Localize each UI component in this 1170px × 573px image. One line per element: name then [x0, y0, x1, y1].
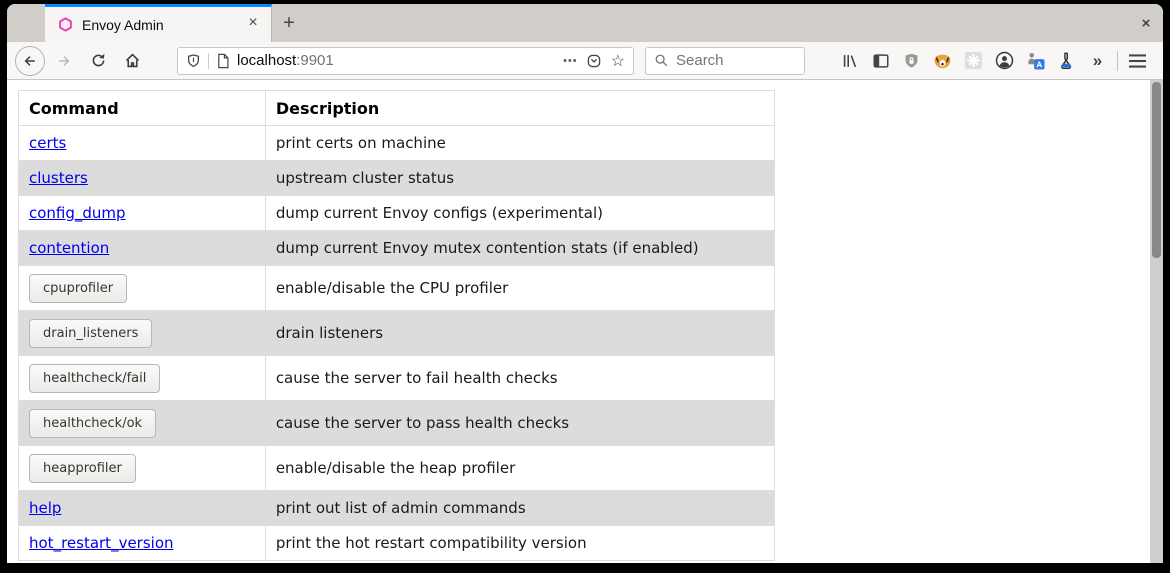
search-icon — [654, 53, 669, 68]
search-bar[interactable] — [645, 47, 805, 75]
url-host: localhost — [237, 52, 296, 69]
flask-experiments-icon[interactable] — [1051, 46, 1082, 76]
command-link-help[interactable]: help — [29, 499, 61, 517]
table-row-heapprofiler: heapprofiler enable/disable the heap pro… — [19, 446, 775, 491]
url-port: :9901 — [296, 52, 334, 69]
command-link-hot-restart-version[interactable]: hot_restart_version — [29, 534, 174, 552]
tab-close-icon[interactable]: × — [243, 15, 263, 35]
table-row-certs: certs print certs on machine — [19, 126, 775, 161]
titlebar-spacer — [7, 4, 45, 42]
tab-title: Envoy Admin — [82, 17, 243, 33]
command-button-cpuprofiler[interactable]: cpuprofiler — [29, 274, 127, 303]
description-cell: print out list of admin commands — [265, 491, 774, 526]
browser-window: Envoy Admin × + × — [7, 4, 1163, 563]
window-close-button[interactable]: × — [1129, 4, 1163, 42]
disabled-grid-extension-icon[interactable] — [958, 46, 989, 76]
description-cell: cause the server to pass health checks — [265, 401, 774, 446]
column-header-command: Command — [19, 91, 266, 126]
description-cell: print the hot restart compatibility vers… — [265, 526, 774, 561]
description-cell: dump current Envoy mutex contention stat… — [265, 231, 774, 266]
column-header-description: Description — [265, 91, 774, 126]
shield-lock-extension-icon[interactable] — [896, 46, 927, 76]
description-cell: upstream cluster status — [265, 161, 774, 196]
scrollbar-track[interactable] — [1150, 80, 1163, 563]
sidebar-toggle-icon[interactable] — [865, 46, 896, 76]
url-text[interactable]: localhost:9901 — [237, 52, 555, 69]
url-bar[interactable]: localhost:9901 ••• ☆ — [177, 47, 634, 75]
new-tab-button[interactable]: + — [272, 4, 306, 42]
envoy-favicon-icon — [58, 17, 73, 32]
description-cell: enable/disable the heap profiler — [265, 446, 774, 491]
command-link-config-dump[interactable]: config_dump — [29, 204, 126, 222]
table-row-contention: contention dump current Envoy mutex cont… — [19, 231, 775, 266]
description-cell: cause the server to fail health checks — [265, 356, 774, 401]
command-link-contention[interactable]: contention — [29, 239, 109, 257]
page-content: Command Description certs print certs on… — [7, 80, 1163, 563]
home-button[interactable] — [117, 46, 147, 76]
table-row-drain-listeners: drain_listeners drain listeners — [19, 311, 775, 356]
forward-icon — [56, 53, 72, 69]
description-cell: enable/disable the CPU profiler — [265, 266, 774, 311]
navigation-toolbar: localhost:9901 ••• ☆ — [7, 42, 1163, 80]
search-input[interactable] — [676, 52, 786, 69]
command-button-healthcheck-fail[interactable]: healthcheck/fail — [29, 364, 160, 393]
table-row-healthcheck-fail: healthcheck/fail cause the server to fai… — [19, 356, 775, 401]
back-icon — [22, 53, 38, 69]
translate-extension-icon[interactable] — [1020, 46, 1051, 76]
table-row-config-dump: config_dump dump current Envoy configs (… — [19, 196, 775, 231]
table-row-clusters: clusters upstream cluster status — [19, 161, 775, 196]
page-file-icon[interactable] — [216, 53, 230, 69]
pocket-icon[interactable] — [586, 53, 602, 69]
tab-bar: Envoy Admin × + × — [7, 4, 1163, 42]
command-link-certs[interactable]: certs — [29, 134, 66, 152]
description-cell: dump current Envoy configs (experimental… — [265, 196, 774, 231]
table-row-healthcheck-ok: healthcheck/ok cause the server to pass … — [19, 401, 775, 446]
description-cell: print certs on machine — [265, 126, 774, 161]
reload-button[interactable] — [83, 46, 113, 76]
table-row-hot-restart-version: hot_restart_version print the hot restar… — [19, 526, 775, 561]
command-button-heapprofiler[interactable]: heapprofiler — [29, 454, 136, 483]
hamburger-menu-icon[interactable] — [1122, 46, 1153, 76]
table-row-help: help print out list of admin commands — [19, 491, 775, 526]
toolbar-right-icons: » — [834, 46, 1153, 76]
table-row-cpuprofiler: cpuprofiler enable/disable the CPU profi… — [19, 266, 775, 311]
privacy-badger-extension-icon[interactable] — [927, 46, 958, 76]
tracking-protection-shield-icon[interactable] — [186, 53, 201, 69]
home-icon — [124, 52, 141, 69]
library-icon[interactable] — [834, 46, 865, 76]
tab-envoy-admin[interactable]: Envoy Admin × — [45, 4, 272, 42]
reload-icon — [90, 52, 107, 69]
bookmark-star-icon[interactable]: ☆ — [611, 51, 625, 71]
command-link-clusters[interactable]: clusters — [29, 169, 88, 187]
urlbar-separator — [208, 53, 209, 69]
back-button[interactable] — [15, 46, 45, 76]
overflow-chevron-icon[interactable]: » — [1082, 46, 1113, 76]
admin-commands-table: Command Description certs print certs on… — [18, 90, 775, 561]
account-circle-icon[interactable] — [989, 46, 1020, 76]
command-button-healthcheck-ok[interactable]: healthcheck/ok — [29, 409, 156, 438]
table-header-row: Command Description — [19, 91, 775, 126]
toolbar-separator — [1117, 51, 1118, 71]
description-cell: drain listeners — [265, 311, 774, 356]
page-actions-icon[interactable]: ••• — [563, 55, 578, 67]
forward-button — [49, 46, 79, 76]
titlebar-drag-area — [306, 4, 1129, 42]
scrollbar-thumb[interactable] — [1152, 82, 1161, 258]
command-button-drain-listeners[interactable]: drain_listeners — [29, 319, 152, 348]
